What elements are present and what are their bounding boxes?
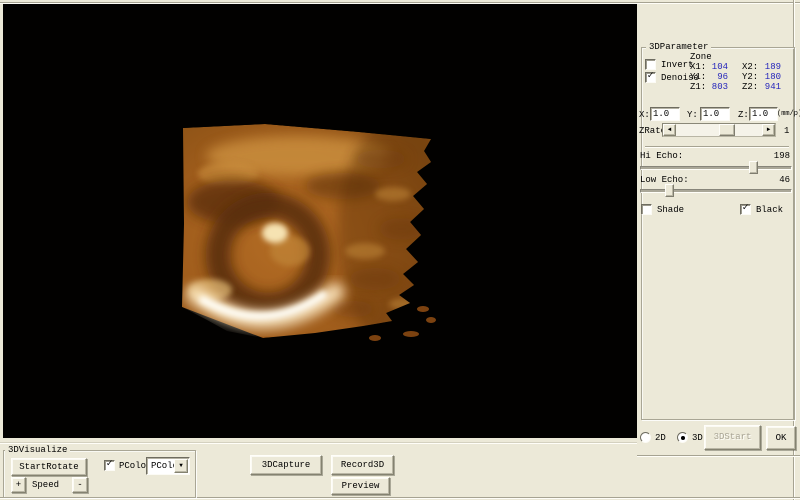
app-window: 3DParameter Invert ✓ Denoise Zone X1: 10… <box>0 0 800 500</box>
speed-label: Speed <box>32 480 59 490</box>
start-rotate-button[interactable]: StartRotate <box>11 458 87 476</box>
check-icon: ✓ <box>742 204 748 214</box>
scale-y-label: Y: <box>687 110 698 120</box>
mode-3d-label: 3D <box>692 433 703 443</box>
zone-x2-label: X2: <box>742 62 758 72</box>
record3d-button[interactable]: Record3D <box>331 455 394 475</box>
parameter-groupbox: 3DParameter <box>641 47 795 420</box>
zone-x2-value: 189 <box>758 62 781 72</box>
ultrasound-render <box>3 4 637 438</box>
hi-echo-slider-thumb[interactable] <box>749 161 758 174</box>
start3d-button[interactable]: 3DStart <box>704 425 761 450</box>
mode-3d-radio[interactable] <box>677 432 688 443</box>
speed-plus-button[interactable]: + <box>11 477 26 493</box>
black-label: Black <box>756 205 783 215</box>
zone-z1-label: Z1: <box>690 82 706 92</box>
zone-y2-value: 180 <box>758 72 781 82</box>
invert-checkbox[interactable] <box>645 59 656 70</box>
denoise-checkbox[interactable]: ✓ <box>645 72 656 83</box>
parameter-separator <box>645 146 789 148</box>
capture3d-button[interactable]: 3DCapture <box>250 455 322 475</box>
speed-minus-button[interactable]: - <box>72 477 88 493</box>
hi-echo-slider-track[interactable] <box>640 166 792 170</box>
parameter-group-title: 3DParameter <box>646 42 711 52</box>
hi-echo-label: Hi Echo: <box>640 151 683 161</box>
zone-x1-value: 104 <box>706 62 728 72</box>
scale-z-label: Z: <box>738 110 749 120</box>
low-echo-slider-thumb[interactable] <box>665 184 674 197</box>
scale-unit-label: (mm/p) <box>777 109 800 119</box>
low-echo-value: 46 <box>768 175 790 185</box>
zone-title: Zone <box>690 52 712 62</box>
zone-y2-label: Y2: <box>742 72 758 82</box>
zone-z2-value: 941 <box>758 82 781 92</box>
zrate-thumb[interactable] <box>719 124 735 136</box>
zone-y1-label: Y1: <box>690 72 706 82</box>
shade-checkbox[interactable] <box>641 204 652 215</box>
scale-x-input[interactable] <box>650 107 680 121</box>
scale-z-input[interactable] <box>749 107 778 121</box>
low-echo-slider-track[interactable] <box>640 189 792 193</box>
pcolor-dropdown-arrow-icon[interactable]: ▼ <box>174 459 188 473</box>
shade-label: Shade <box>657 205 684 215</box>
black-checkbox[interactable]: ✓ <box>740 204 751 215</box>
zrate-right-arrow-icon[interactable]: ► <box>762 124 775 136</box>
check-icon: ✓ <box>106 460 112 470</box>
zrate-left-arrow-icon[interactable]: ◄ <box>663 124 676 136</box>
preview-button[interactable]: Preview <box>331 477 390 495</box>
visualize-group-title: 3DVisualize <box>5 445 70 455</box>
zone-z1-value: 803 <box>706 82 728 92</box>
scale-x-label: X: <box>639 110 650 120</box>
render-viewport[interactable] <box>3 4 637 438</box>
scale-y-input[interactable] <box>700 107 730 121</box>
mode-2d-label: 2D <box>655 433 666 443</box>
invert-label: Invert <box>661 60 693 70</box>
pcolor-checkbox[interactable]: ✓ <box>104 460 115 471</box>
pcolor-dropdown[interactable]: PColor ▼ <box>146 457 190 475</box>
check-icon: ✓ <box>647 72 653 82</box>
zone-x1-label: X1: <box>690 62 706 72</box>
zrate-value: 1 <box>784 126 789 136</box>
mode-2d-radio[interactable] <box>640 432 651 443</box>
ok-button[interactable]: OK <box>766 426 796 450</box>
zone-z2-label: Z2: <box>742 82 758 92</box>
bottombar-top-edge <box>0 442 637 444</box>
zone-y1-value: 96 <box>706 72 728 82</box>
hi-echo-value: 198 <box>768 151 790 161</box>
zrate-scrollbar[interactable]: ◄ ► <box>662 123 776 137</box>
panel-bottom-separator <box>637 455 800 457</box>
